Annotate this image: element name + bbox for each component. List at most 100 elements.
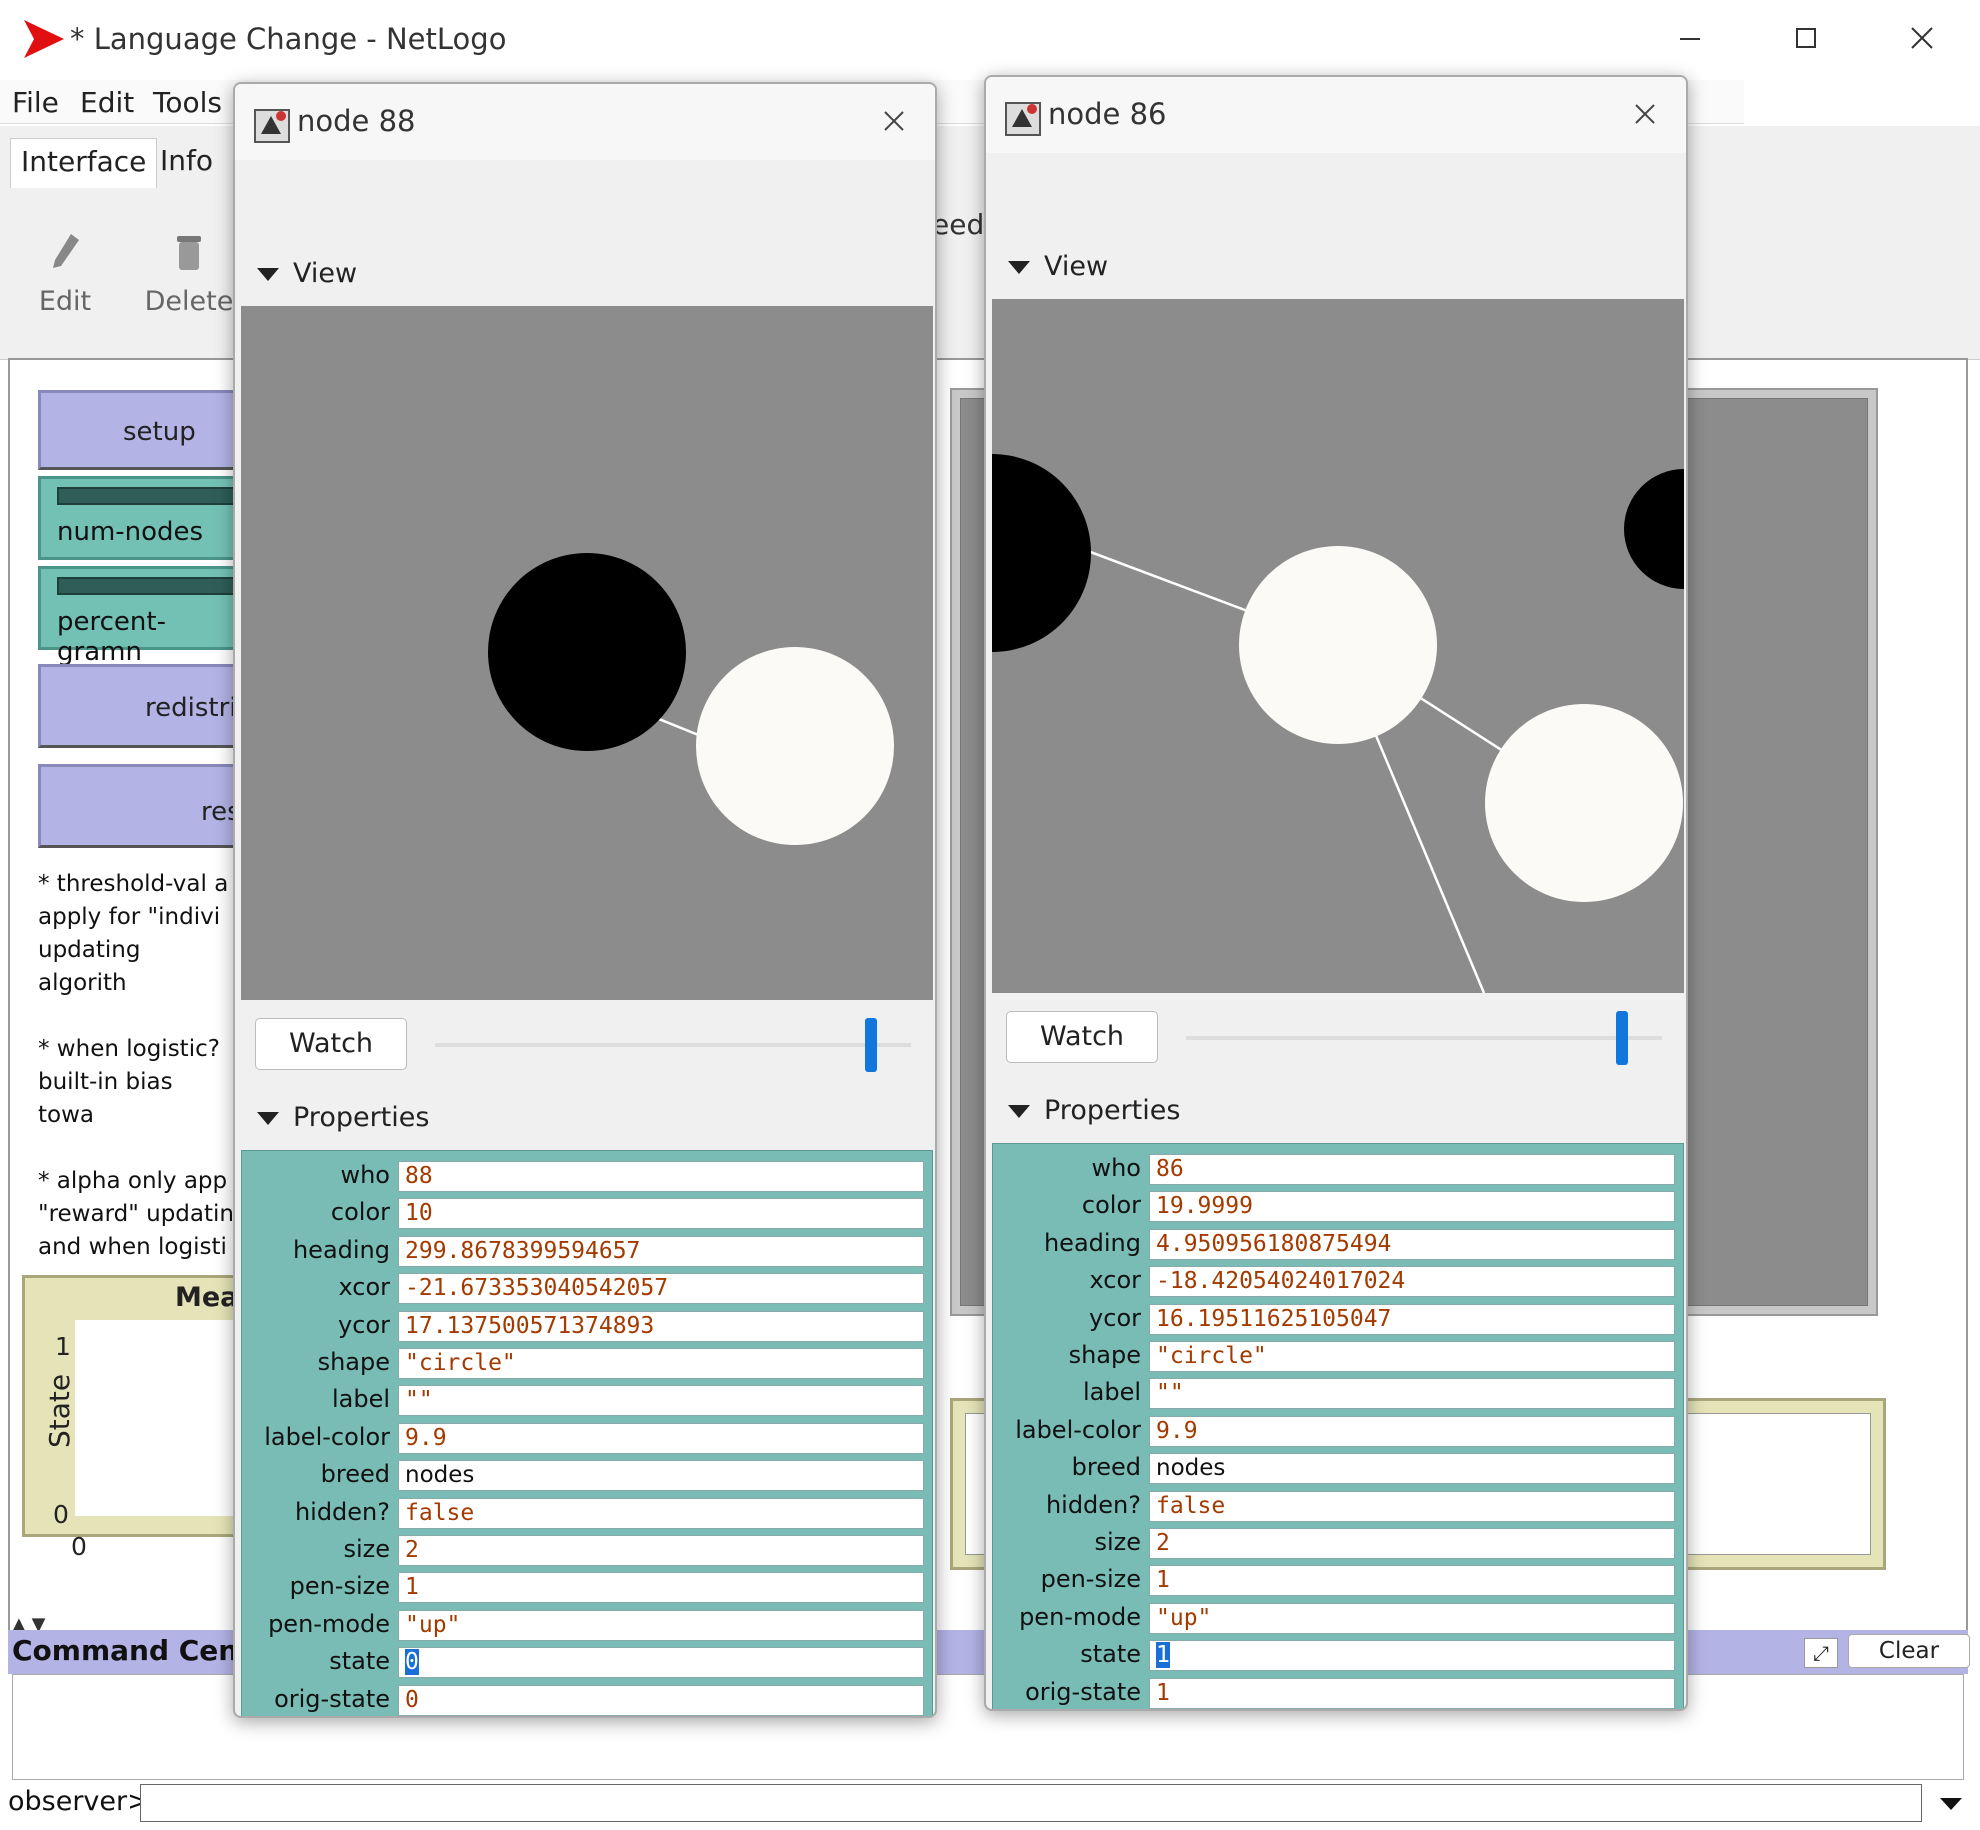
property-value-field[interactable]: 1	[1149, 1677, 1675, 1709]
property-value-field[interactable]: 0	[398, 1684, 924, 1716]
properties-label: Properties	[1044, 1095, 1181, 1126]
property-row-label-color: label-color 9.9	[993, 1414, 1685, 1451]
property-value-field[interactable]: -21.673353040542057	[398, 1273, 924, 1305]
watch-button[interactable]: Watch	[1006, 1011, 1158, 1063]
maximize-icon[interactable]	[1776, 14, 1836, 64]
property-value: -18.42054024017024	[1156, 1268, 1406, 1295]
plot-title: Mea	[175, 1282, 239, 1313]
edit-button[interactable]: Edit	[10, 230, 120, 317]
property-value-field[interactable]: 0	[398, 1647, 924, 1679]
property-row-label: label ""	[242, 1383, 934, 1420]
property-value: 4.950956180875494	[1156, 1230, 1392, 1257]
property-name: state	[329, 1647, 390, 1676]
reset-button[interactable]: res	[38, 764, 241, 848]
menu-file[interactable]: File	[12, 86, 59, 119]
property-value: -21.673353040542057	[405, 1275, 669, 1302]
property-value: false	[1156, 1492, 1226, 1519]
property-value-field[interactable]: 2	[1149, 1528, 1675, 1559]
property-value-field[interactable]: 1	[1149, 1565, 1675, 1597]
clear-button[interactable]: Clear	[1848, 1634, 1970, 1668]
property-value: 299.8678399594657	[405, 1237, 641, 1264]
num-nodes-slider[interactable]: num-nodes	[38, 476, 238, 560]
tab-interface[interactable]: Interface	[10, 138, 158, 188]
property-value: "circle"	[1156, 1343, 1267, 1369]
zoom-slider-track[interactable]	[1186, 1036, 1662, 1040]
property-value: 88	[405, 1163, 433, 1189]
chevron-down-icon[interactable]	[1926, 1784, 1976, 1822]
observer-command-input[interactable]	[140, 1784, 1922, 1822]
property-value: 10	[405, 1200, 433, 1227]
properties-section-toggle[interactable]: Properties	[257, 1102, 429, 1133]
property-name: xcor	[338, 1273, 390, 1302]
close-icon[interactable]	[1892, 14, 1952, 64]
property-name: orig-state	[1025, 1677, 1141, 1706]
triangle-down-icon	[257, 1112, 279, 1125]
property-value-field[interactable]: 9.9	[398, 1422, 924, 1454]
property-value-field[interactable]: ""	[398, 1385, 924, 1417]
inspector-view[interactable]	[992, 299, 1684, 993]
property-value-field[interactable]: "circle"	[1149, 1341, 1675, 1372]
property-value-field[interactable]: nodes	[1149, 1453, 1675, 1485]
property-value-field[interactable]: 9.9	[1149, 1415, 1675, 1447]
zoom-slider-track[interactable]	[435, 1043, 911, 1047]
property-row-size: size 2	[993, 1526, 1685, 1563]
close-icon[interactable]	[1630, 99, 1660, 129]
property-row-breed: breed nodes	[993, 1451, 1685, 1488]
delete-button[interactable]: Delete	[134, 230, 244, 317]
plot-x-min: 0	[71, 1532, 87, 1561]
expand-icon[interactable]: ⤢	[1804, 1638, 1838, 1668]
property-value-field[interactable]: "up"	[1149, 1602, 1675, 1634]
inspector-view[interactable]	[241, 306, 933, 1000]
zoom-slider-thumb[interactable]	[865, 1018, 877, 1072]
menu-edit[interactable]: Edit	[80, 86, 134, 119]
speed-label: eed	[932, 208, 985, 241]
property-value-field[interactable]: 88	[398, 1161, 924, 1192]
property-value-field[interactable]: 1	[1149, 1640, 1675, 1672]
edit-label: Edit	[38, 286, 92, 317]
close-icon[interactable]	[879, 106, 909, 136]
view-section-toggle[interactable]: View	[1008, 251, 1108, 282]
property-value-field[interactable]: "circle"	[398, 1348, 924, 1379]
tab-info[interactable]: Info	[150, 138, 223, 188]
property-value-field[interactable]: -18.42054024017024	[1149, 1266, 1675, 1298]
property-value-field[interactable]: 86	[1149, 1154, 1675, 1185]
property-value-field[interactable]: 16.19511625105047	[1149, 1303, 1675, 1335]
property-value: 19.9999	[1156, 1193, 1253, 1220]
menu-tools[interactable]: Tools	[153, 86, 222, 119]
observer-label: observer>	[8, 1786, 150, 1817]
triangle-down-icon	[1008, 261, 1030, 274]
minimize-icon[interactable]	[1660, 14, 1720, 64]
watch-button[interactable]: Watch	[255, 1018, 407, 1070]
property-value-field[interactable]: 19.9999	[1149, 1191, 1675, 1223]
property-row-who: who 86	[993, 1152, 1685, 1189]
properties-section-toggle[interactable]: Properties	[1008, 1095, 1180, 1126]
mean-state-plot: Mea State 1 0 0	[22, 1275, 255, 1561]
property-value-field[interactable]: nodes	[398, 1460, 924, 1492]
property-name: size	[1094, 1528, 1141, 1556]
property-value-field[interactable]: false	[1149, 1490, 1675, 1522]
property-value-field[interactable]: 2	[398, 1535, 924, 1566]
property-row-label-color: label-color 9.9	[242, 1421, 934, 1458]
property-value: 0	[405, 1649, 419, 1676]
property-value-field[interactable]: "up"	[398, 1609, 924, 1641]
property-value-field[interactable]: ""	[1149, 1378, 1675, 1410]
zoom-slider-thumb[interactable]	[1616, 1011, 1628, 1065]
property-row-heading: heading 4.950956180875494	[993, 1227, 1685, 1264]
property-value: false	[405, 1499, 475, 1526]
property-name: breed	[1071, 1453, 1141, 1482]
property-row-pen-mode: pen-mode "up"	[993, 1601, 1685, 1638]
redistribute-button[interactable]: redistril	[38, 664, 244, 748]
property-value-field[interactable]: 10	[398, 1198, 924, 1230]
property-row-color: color 19.9999	[993, 1189, 1685, 1226]
property-name: ycor	[338, 1310, 390, 1339]
inspector-title-bar: node 86	[986, 77, 1686, 153]
property-value-field[interactable]: 299.8678399594657	[398, 1235, 924, 1267]
property-value-field[interactable]: 1	[398, 1572, 924, 1604]
view-section-toggle[interactable]: View	[257, 258, 357, 289]
setup-button[interactable]: setup	[38, 390, 238, 470]
percent-grammar-slider[interactable]: percent-gramn	[38, 566, 238, 667]
property-value-field[interactable]: false	[398, 1497, 924, 1529]
property-value-field[interactable]: 4.950956180875494	[1149, 1228, 1675, 1260]
netlogo-window-icon	[1005, 102, 1041, 136]
property-value-field[interactable]: 17.137500571374893	[398, 1310, 924, 1342]
